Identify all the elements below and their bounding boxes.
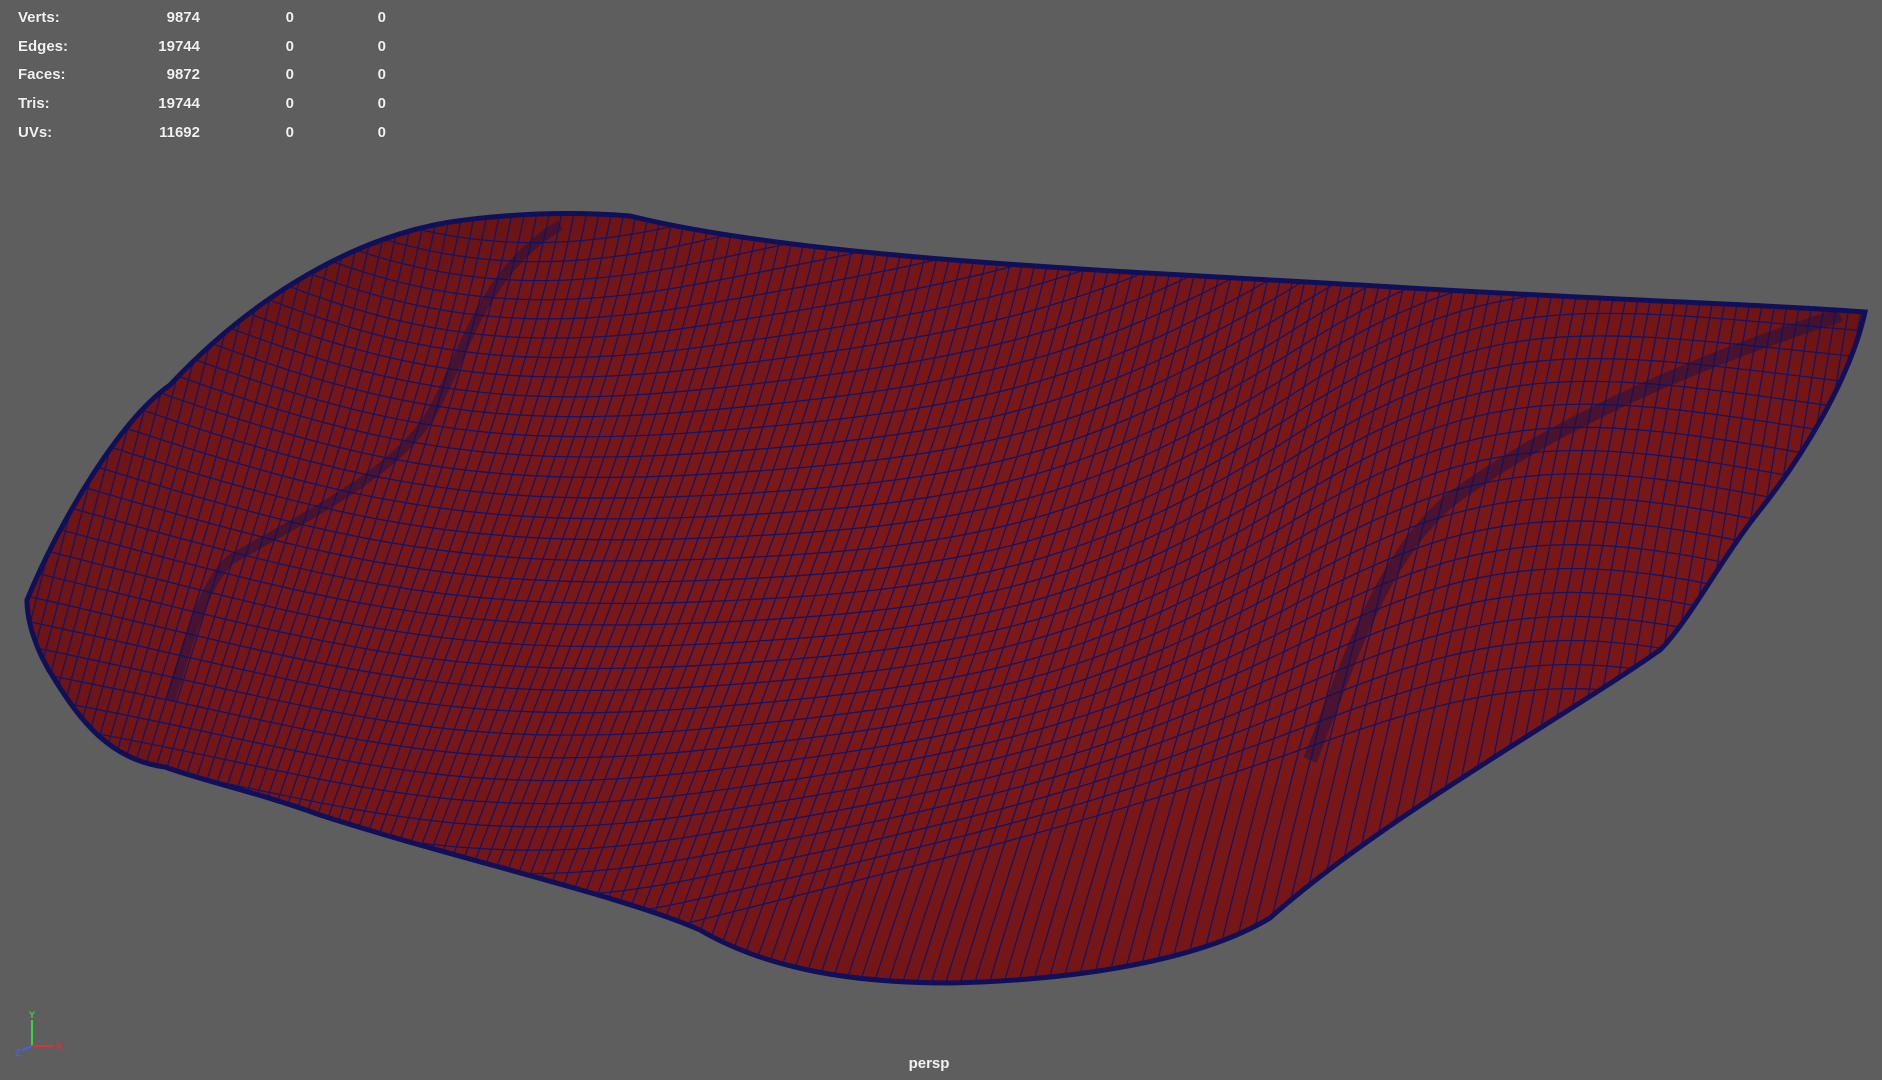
hud-row: Faces: 9872 0 0 [18,61,386,90]
hud-row-label: Tris: [18,95,50,113]
hud-row-total: 19744 [158,37,200,55]
z-axis-line [21,1045,33,1051]
hud-row: Verts: 9874 0 0 [18,4,386,33]
hud-row-selected: 0 [285,95,294,113]
hud-row-components: 0 [377,66,386,84]
hud-row-label: Faces: [18,66,66,84]
hud-row-components: 0 [377,37,386,55]
hud-row-selected: 0 [285,123,294,141]
wireframe-mesh[interactable] [0,0,1882,1080]
hud-row: Edges: 19744 0 0 [18,33,386,62]
hud-row-total: 19744 [158,95,200,113]
hud-row-total: 9872 [166,66,200,84]
hud-row-label: Verts: [18,9,60,26]
hud-row-total: 11692 [159,123,200,141]
hud-row-total: 9874 [166,9,200,26]
camera-name-label: persp [908,1055,950,1072]
hud-row-label: UVs: [18,123,53,141]
viewport-persp[interactable]: Verts: 9874 0 0 Edges: 19744 0 0 Faces: 9872 0 0 Tri… [0,0,1882,1080]
hud-row-components: 0 [377,123,386,141]
view-axis-gizmo: Y X Z [15,1010,62,1058]
hud-row: UVs: 11692 0 0 [18,119,386,148]
hud-row-selected: 0 [285,9,294,26]
hud-row-components: 0 [377,9,386,26]
x-axis-label: X [56,1041,62,1051]
hud-row-selected: 0 [285,37,294,55]
poly-count-hud: Verts: 9874 0 0 Edges: 19744 0 0 Faces: 9872 0 0 Tri… [18,4,386,148]
hud-row-components: 0 [377,95,386,113]
hud-row-label: Edges: [18,37,69,55]
hud-row: Tris: 19744 0 0 [18,90,386,119]
y-axis-label: Y [29,1010,35,1020]
hud-row-selected: 0 [285,66,294,84]
